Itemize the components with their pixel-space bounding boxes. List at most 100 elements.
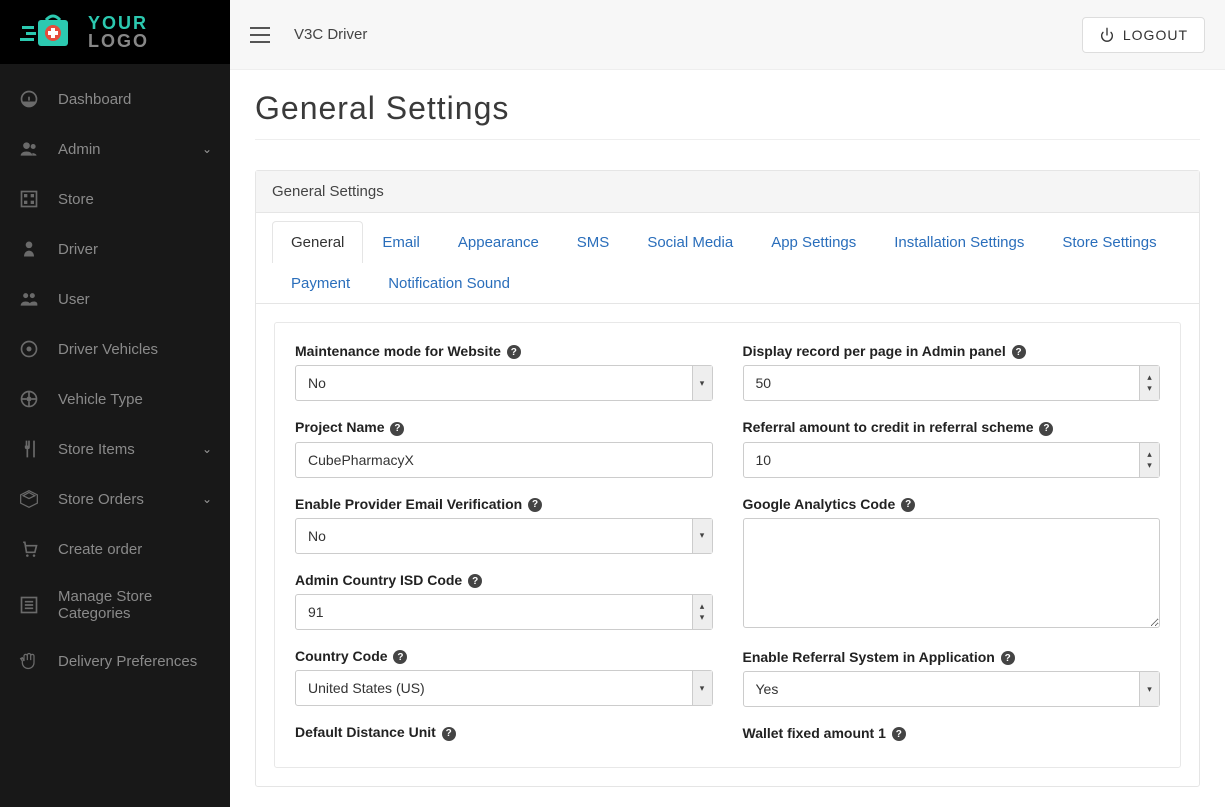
provider-email-verification-select[interactable] [295,518,713,554]
referral-amount-input[interactable] [743,442,1161,478]
select-dropdown-icon[interactable]: ▾ [692,671,712,705]
number-spinner-icon[interactable]: ▴▾ [1139,366,1159,400]
field-records-per-page: Display record per page in Admin panel ?… [743,343,1161,401]
sidebar-item-label: Delivery Preferences [58,653,212,670]
tab-installation-settings[interactable]: Installation Settings [875,221,1043,263]
tab-store-settings[interactable]: Store Settings [1043,221,1175,263]
list-icon [18,594,40,616]
tab-notification-sound[interactable]: Notification Sound [369,262,529,304]
field-maintenance-mode: Maintenance mode for Website ? ▾ [295,343,713,401]
power-icon [1099,27,1115,43]
sidebar-item-user[interactable]: User [0,274,230,324]
admin-country-isd-input[interactable] [295,594,713,630]
sidebar: YOUR LOGO Dashboard Admin ⌄ Store Driver [0,0,230,807]
sidebar-item-store-items[interactable]: Store Items ⌄ [0,424,230,474]
field-label: Display record per page in Admin panel ? [743,343,1161,359]
tab-sms[interactable]: SMS [558,221,629,263]
project-name-input[interactable] [295,442,713,478]
help-icon[interactable]: ? [528,498,542,512]
sidebar-item-driver[interactable]: Driver [0,224,230,274]
users-icon [18,288,40,310]
sidebar-item-store[interactable]: Store [0,174,230,224]
sidebar-item-label: Driver Vehicles [58,341,212,358]
help-icon[interactable]: ? [901,498,915,512]
tab-payment[interactable]: Payment [272,262,369,304]
field-label: Enable Provider Email Verification ? [295,496,713,512]
sidebar-item-label: Dashboard [58,91,212,108]
tab-appearance[interactable]: Appearance [439,221,558,263]
maintenance-mode-select[interactable] [295,365,713,401]
field-label: Project Name ? [295,419,713,435]
form-left-column: Maintenance mode for Website ? ▾ Project… [295,343,713,747]
field-provider-email-verification: Enable Provider Email Verification ? ▾ [295,496,713,554]
sidebar-item-label: Store [58,191,212,208]
box-icon [18,488,40,510]
logout-button[interactable]: LOGOUT [1082,17,1205,53]
wheel-icon [18,388,40,410]
field-wallet-fixed-amount: Wallet fixed amount 1 ? [743,725,1161,741]
settings-panel: General Settings General Email Appearanc… [255,170,1200,787]
main: V3C Driver LOGOUT General Settings Gener… [230,0,1225,807]
dashboard-icon [18,88,40,110]
sidebar-item-create-order[interactable]: Create order [0,524,230,574]
sidebar-item-label: Admin [58,141,184,158]
sidebar-item-manage-store-categories[interactable]: Manage Store Categories [0,574,230,636]
field-country-code: Country Code ? ▾ [295,648,713,706]
google-analytics-textarea[interactable] [743,518,1161,628]
enable-referral-select[interactable] [743,671,1161,707]
help-icon[interactable]: ? [393,650,407,664]
tab-email[interactable]: Email [363,221,439,263]
breadcrumb: V3C Driver [294,26,1058,43]
logo[interactable]: YOUR LOGO [0,0,230,64]
field-admin-country-isd: Admin Country ISD Code ? ▴▾ [295,572,713,630]
sidebar-item-label: User [58,291,212,308]
help-icon[interactable]: ? [1012,345,1026,359]
content: General Settings General Settings Genera… [230,70,1225,807]
select-dropdown-icon[interactable]: ▾ [692,366,712,400]
records-per-page-input[interactable] [743,365,1161,401]
help-icon[interactable]: ? [1039,422,1053,436]
sidebar-item-vehicle-type[interactable]: Vehicle Type [0,374,230,424]
country-code-select[interactable] [295,670,713,706]
sidebar-item-label: Driver [58,241,212,258]
sidebar-item-delivery-preferences[interactable]: Delivery Preferences [0,636,230,686]
select-dropdown-icon[interactable]: ▾ [692,519,712,553]
store-icon [18,188,40,210]
field-label: Referral amount to credit in referral sc… [743,419,1161,435]
help-icon[interactable]: ? [390,422,404,436]
target-icon [18,338,40,360]
driver-icon [18,238,40,260]
tab-app-settings[interactable]: App Settings [752,221,875,263]
chevron-down-icon: ⌄ [202,492,212,506]
logo-text: YOUR LOGO [88,14,149,50]
number-spinner-icon[interactable]: ▴▾ [1139,443,1159,477]
field-label: Country Code ? [295,648,713,664]
help-icon[interactable]: ? [507,345,521,359]
sidebar-item-dashboard[interactable]: Dashboard [0,74,230,124]
help-icon[interactable]: ? [442,727,456,741]
hand-icon [18,650,40,672]
tab-general[interactable]: General [272,221,363,263]
chevron-down-icon: ⌄ [202,142,212,156]
field-label: Default Distance Unit ? [295,724,713,740]
sidebar-item-admin[interactable]: Admin ⌄ [0,124,230,174]
sidebar-item-label: Manage Store Categories [58,588,212,622]
help-icon[interactable]: ? [1001,651,1015,665]
menu-toggle-icon[interactable] [250,27,270,43]
sidebar-item-label: Store Items [58,441,184,458]
help-icon[interactable]: ? [892,727,906,741]
select-dropdown-icon[interactable]: ▾ [1139,672,1159,706]
field-referral-amount: Referral amount to credit in referral sc… [743,419,1161,477]
form-right-column: Display record per page in Admin panel ?… [743,343,1161,747]
logout-label: LOGOUT [1123,27,1188,43]
panel-header: General Settings [256,171,1199,213]
sidebar-item-driver-vehicles[interactable]: Driver Vehicles [0,324,230,374]
number-spinner-icon[interactable]: ▴▾ [692,595,712,629]
sidebar-item-store-orders[interactable]: Store Orders ⌄ [0,474,230,524]
field-label: Admin Country ISD Code ? [295,572,713,588]
tab-social-media[interactable]: Social Media [628,221,752,263]
field-label: Maintenance mode for Website ? [295,343,713,359]
help-icon[interactable]: ? [468,574,482,588]
field-label: Wallet fixed amount 1 ? [743,725,1161,741]
cart-icon [18,538,40,560]
